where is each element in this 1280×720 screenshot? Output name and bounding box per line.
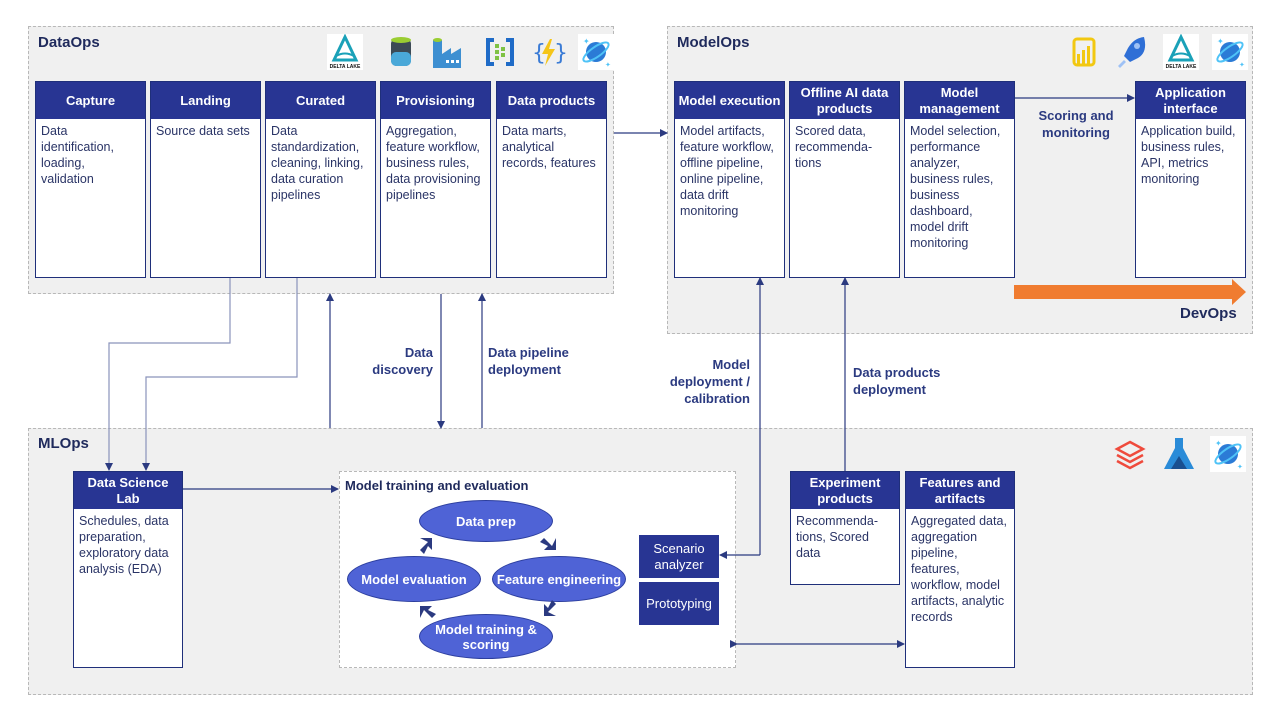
data-lake-storage-icon: [383, 34, 419, 70]
prototyping-box: Prototyping: [639, 582, 719, 625]
data-discovery-label: Data discovery: [372, 345, 433, 377]
delta-lake-icon: DELTA LAKE: [327, 33, 363, 70]
mlops-title: MLOps: [38, 435, 89, 452]
data-pipeline-deployment-label: Data pipeline deployment: [488, 345, 569, 377]
stage-title: Offline AI data products: [790, 82, 899, 119]
stage-card-provisioning: Provisioning Aggregation, feature workfl…: [380, 81, 491, 278]
svg-text:✦: ✦: [1239, 61, 1245, 69]
stage-card-capture: Capture Data identification, loading, va…: [35, 81, 146, 278]
stage-card-curated: Curated Data standardization, cleaning, …: [265, 81, 376, 278]
stage-body: Application build, business rules, API, …: [1141, 124, 1236, 186]
cosmos-db-icon: ✦ ✦: [1210, 436, 1246, 472]
stage-body: Source data sets: [156, 124, 250, 138]
databricks-icon: [1112, 436, 1148, 472]
stage-body: Model artifacts, feature workflow, offli…: [680, 124, 774, 218]
stage-title: Application interface: [1136, 82, 1245, 119]
stage-body: Data identification, loading, validation: [41, 124, 114, 186]
stage-card-model-execution: Model execution Model artifacts, feature…: [674, 81, 785, 278]
modelops-title: ModelOps: [677, 34, 750, 51]
svg-text:DELTA LAKE: DELTA LAKE: [330, 64, 361, 70]
lab-title: Data Science Lab: [74, 472, 182, 509]
experiment-title: Experiment products: [791, 472, 899, 509]
dataops-title: DataOps: [38, 34, 100, 51]
model-deployment-label: Model deployment / calibration: [669, 357, 750, 406]
lab-body: Schedules, data preparation, exploratory…: [79, 514, 169, 576]
scenario-analyzer-box: Scenario analyzer: [639, 535, 719, 578]
devops-label: DevOps: [1180, 305, 1237, 322]
cosmos-db-icon: ✦ ✦: [578, 34, 614, 70]
azure-devops-icon: [1114, 34, 1150, 70]
svg-text:}: }: [554, 41, 566, 66]
stage-title: Model execution: [675, 82, 784, 119]
svg-text:✦: ✦: [1237, 463, 1243, 471]
svg-text:✦: ✦: [1217, 37, 1224, 46]
cycle-data-prep: Data prep: [419, 500, 553, 542]
azure-ml-icon: [1161, 436, 1197, 472]
data-science-lab-card: Data Science Lab Schedules, data prepara…: [73, 471, 183, 668]
stage-card-offline-ai-data-products: Offline AI data products Scored data, re…: [789, 81, 900, 278]
features-title: Features and artifacts: [906, 472, 1014, 509]
cycle-model-training-scoring: Model training & scoring: [419, 614, 553, 659]
features-body: Aggregated data, aggregation pipeline, f…: [911, 514, 1007, 624]
stage-body: Scored data, recommenda-tions: [795, 124, 873, 170]
stage-card-model-management: Model management Model selection, perfor…: [904, 81, 1015, 278]
delta-lake-icon: DELTA LAKE: [1163, 33, 1199, 70]
stage-card-landing: Landing Source data sets: [150, 81, 261, 278]
stage-body: Aggregation, feature workflow, business …: [386, 124, 481, 202]
experiment-body: Recommenda-tions, Scored data: [796, 514, 878, 560]
cycle-model-evaluation: Model evaluation: [347, 556, 481, 602]
experiment-products-card: Experiment products Recommenda-tions, Sc…: [790, 471, 900, 585]
stage-body: Data standardization, cleaning, linking,…: [271, 124, 364, 202]
data-factory-icon: [429, 34, 465, 70]
stage-body: Data marts, analytical records, features: [502, 124, 596, 170]
svg-text:✦: ✦: [605, 61, 611, 69]
cycle-feature-engineering: Feature engineering: [492, 556, 626, 602]
cosmos-db-icon: ✦ ✦: [1212, 34, 1248, 70]
stage-card-application-interface: Application interface Application build,…: [1135, 81, 1246, 278]
event-hubs-icon: [482, 34, 518, 70]
stage-card-data-products: Data products Data marts, analytical rec…: [496, 81, 607, 278]
svg-text:✦: ✦: [583, 37, 590, 46]
stage-title: Model management: [905, 82, 1014, 119]
data-products-deployment-label: Data products deployment: [853, 365, 941, 397]
features-artifacts-card: Features and artifacts Aggregated data, …: [905, 471, 1015, 668]
stage-title: Curated: [266, 82, 375, 119]
stage-title: Landing: [151, 82, 260, 119]
svg-text:DELTA LAKE: DELTA LAKE: [1166, 64, 1197, 70]
stage-title: Provisioning: [381, 82, 490, 119]
stage-body: Model selection, performance analyzer, b…: [910, 124, 1001, 250]
functions-icon: {}: [530, 34, 568, 70]
scoring-monitoring-label: Scoring and monitoring: [1038, 108, 1114, 140]
stage-title: Capture: [36, 82, 145, 119]
power-bi-icon: [1066, 34, 1102, 70]
model-training-title: Model training and evaluation: [345, 478, 529, 493]
svg-text:✦: ✦: [1215, 439, 1222, 448]
stage-title: Data products: [497, 82, 606, 119]
